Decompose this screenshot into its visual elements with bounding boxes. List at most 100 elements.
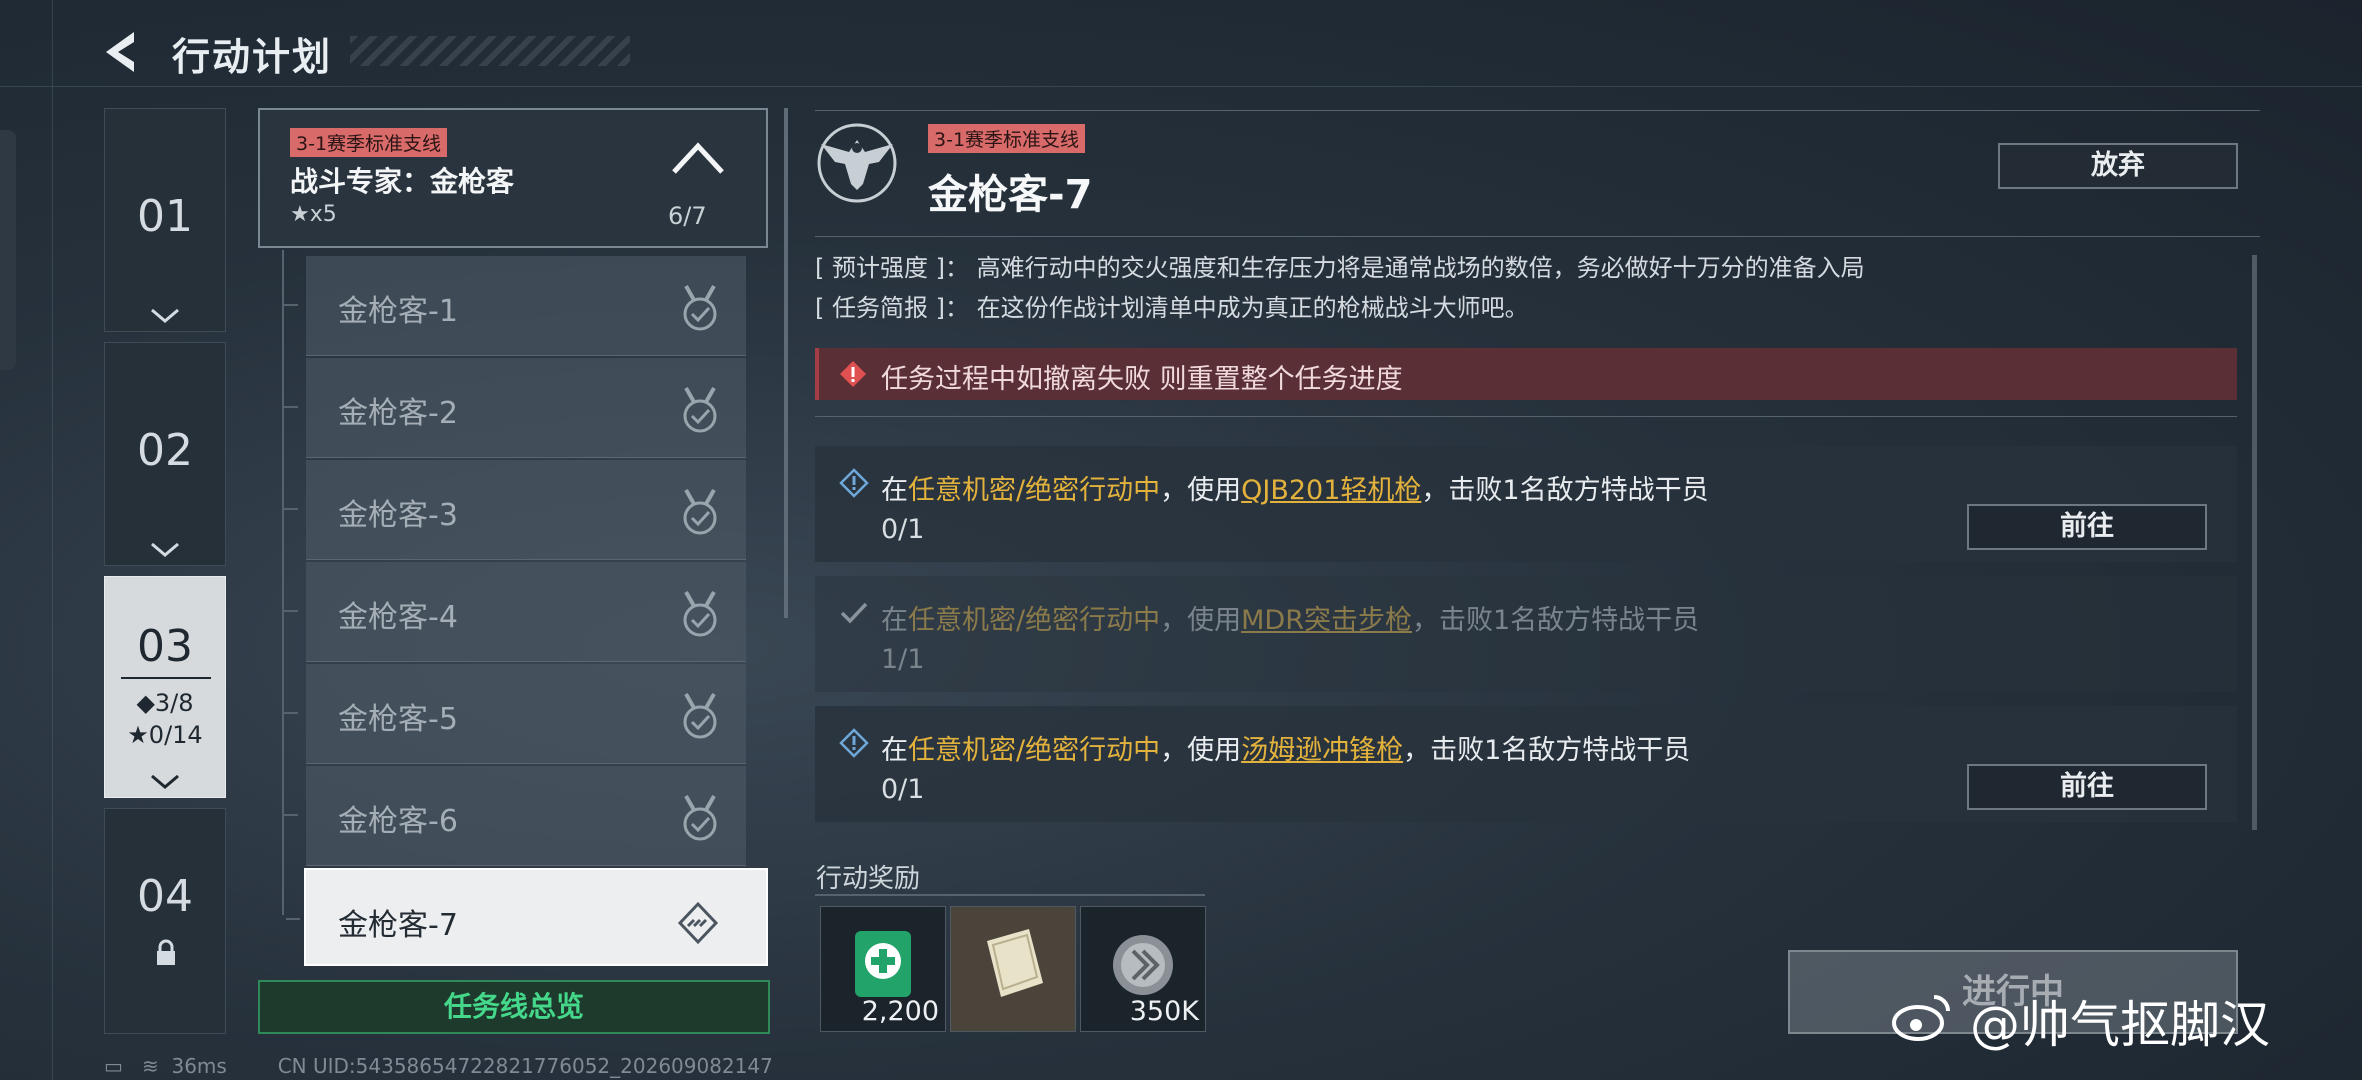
task-description: 在任意机密/绝密行动中，使用汤姆逊冲锋枪，击败1名敌方特战干员 — [881, 735, 1691, 766]
chapter-tab-02[interactable]: 02 — [104, 342, 226, 566]
chapter-number: 04 — [137, 871, 193, 922]
lock-icon — [157, 939, 175, 965]
divider — [815, 236, 2260, 237]
mission-tag: 3-1赛季标准支线 — [928, 124, 1086, 153]
chapter-tab-03[interactable]: 03 ◆3/8 ★0/14 — [104, 576, 226, 798]
weapon-link[interactable]: QJB201轻机枪 — [1241, 475, 1421, 506]
task-item: 在任意机密/绝密行动中，使用QJB201轻机枪，击败1名敌方特战干员 0/1 前… — [815, 446, 2237, 562]
chapter-number: 02 — [137, 425, 193, 476]
questline-overview-button[interactable]: 任务线总览 — [258, 980, 770, 1034]
weapon-link[interactable]: MDR突击步枪 — [1241, 605, 1412, 636]
left-edge-panel — [0, 130, 16, 370]
intensity-text: 高难行动中的交火强度和生存压力将是通常战场的数倍，务必做好十万分的准备入局 — [976, 254, 1865, 282]
goto-button[interactable]: 前往 — [1967, 504, 2207, 550]
questline-scrollbar[interactable] — [784, 108, 788, 618]
chapter-diamond-progress: ◆3/8 — [136, 689, 194, 717]
chevron-down-icon — [151, 774, 179, 789]
reward-item[interactable] — [950, 906, 1076, 1032]
brief-row: [ 任务简报 ]： 在这份作战计划清单中成为真正的枪械战斗大师吧。 — [815, 294, 1529, 322]
info-diamond-icon — [839, 468, 869, 498]
step-label: 金枪客-7 — [338, 908, 458, 943]
step-label: 金枪客-4 — [338, 600, 458, 635]
step-item-selected[interactable]: 金枪客-7 — [286, 868, 768, 966]
questline-progress: 6/7 — [668, 202, 707, 230]
completed-medal-icon — [683, 489, 717, 535]
warning-icon — [840, 361, 866, 387]
step-label: 金枪客-6 — [338, 804, 458, 839]
brief-text: 在这份作战计划清单中成为真正的枪械战斗大师吧。 — [976, 294, 1529, 322]
rewards-label: 行动奖励 — [816, 864, 921, 894]
detail-scrollbar[interactable] — [2252, 255, 2257, 830]
task-mode: 任意机密/绝密行动中 — [908, 735, 1161, 766]
task-count: 1/1 — [881, 644, 925, 675]
chevron-down-icon — [151, 542, 179, 557]
reward-quantity: 350K — [1129, 996, 1199, 1027]
weapon-link[interactable]: 汤姆逊冲锋枪 — [1241, 735, 1403, 766]
step-item[interactable]: 金枪客-2 — [284, 358, 746, 458]
step-item[interactable]: 金枪客-6 — [284, 766, 746, 866]
chapter-tab-01[interactable]: 01 — [104, 108, 226, 332]
task-description: 在任意机密/绝密行动中，使用QJB201轻机枪，击败1名敌方特战干员 — [881, 475, 1709, 506]
task-item-completed: 在任意机密/绝密行动中，使用MDR突击步枪，击败1名敌方特战干员 1/1 — [815, 576, 2237, 692]
completed-medal-icon — [683, 693, 717, 739]
completed-medal-icon — [683, 285, 717, 331]
step-item[interactable]: 金枪客-1 — [284, 256, 746, 356]
chevron-up-icon[interactable] — [670, 140, 726, 176]
page-title: 行动计划 — [172, 35, 333, 79]
task-mode: 任意机密/绝密行动中 — [908, 475, 1161, 506]
task-description: 在任意机密/绝密行动中，使用MDR突击步枪，击败1名敌方特战干员 — [881, 605, 1700, 636]
chapter-divider — [121, 677, 211, 679]
divider — [815, 894, 1205, 896]
weibo-logo-icon — [1892, 995, 1950, 1041]
tree-tick — [284, 610, 298, 612]
completed-medal-icon — [683, 795, 717, 841]
step-label: 金枪客-2 — [338, 396, 458, 431]
uid-text: CN UID:54358654722821776052_202609082147 — [277, 1054, 773, 1078]
chapter-number: 01 — [137, 191, 193, 242]
abandon-button[interactable]: 放弃 — [1998, 143, 2238, 189]
document-icon — [987, 929, 1043, 997]
battery-icon: ▭ — [104, 1054, 123, 1078]
intensity-label: [ 预计强度 ] — [815, 254, 945, 282]
eagle-emblem-icon — [817, 123, 897, 203]
brief-label: [ 任务简报 ] — [815, 294, 945, 322]
ping-text: 36ms — [171, 1054, 227, 1078]
tree-tick — [284, 712, 298, 714]
divider — [815, 110, 2260, 111]
wifi-icon: ≋ — [141, 1054, 159, 1078]
step-label: 金枪客-1 — [338, 294, 458, 329]
step-item[interactable]: 金枪客-4 — [284, 562, 746, 662]
chapter-number: 03 — [137, 621, 193, 672]
tree-tick — [284, 814, 298, 816]
step-item[interactable]: 金枪客-5 — [284, 664, 746, 764]
task-item: 在任意机密/绝密行动中，使用汤姆逊冲锋枪，击败1名敌方特战干员 0/1 前往 — [815, 706, 2237, 822]
watermark-text: @帅气抠脚汉 — [1970, 996, 2270, 1054]
questline-stars: ★x5 — [290, 202, 337, 227]
reward-item[interactable]: 2,200 — [820, 906, 946, 1032]
reward-item[interactable]: 350K — [1080, 906, 1206, 1032]
questline-header[interactable]: 3-1赛季标准支线 战斗专家：金枪客 ★x5 6/7 — [258, 108, 768, 248]
step-label: 金枪客-3 — [338, 498, 458, 533]
step-item[interactable]: 金枪客-3 — [284, 460, 746, 560]
task-count: 0/1 — [881, 774, 925, 805]
info-diamond-icon — [839, 728, 869, 758]
checkmark-icon — [840, 602, 868, 624]
bg-deco-line — [0, 86, 2362, 87]
back-arrow-icon[interactable] — [100, 30, 140, 74]
chevron-down-icon — [151, 308, 179, 323]
in-progress-diamond-icon — [677, 901, 719, 945]
goto-button[interactable]: 前往 — [1967, 764, 2207, 810]
reward-quantity: 2,200 — [861, 996, 939, 1027]
warning-text: 任务过程中如撤离失败 则重置整个任务进度 — [881, 364, 1403, 395]
completed-medal-icon — [683, 591, 717, 637]
tree-tick — [284, 508, 298, 510]
questline-tag: 3-1赛季标准支线 — [290, 128, 448, 157]
status-bar: ▭ ≋ 36ms CN UID:54358654722821776052_202… — [104, 1054, 773, 1078]
chapter-tab-04[interactable]: 04 — [104, 808, 226, 1034]
chapter-star-progress: ★0/14 — [127, 721, 203, 749]
questline-name: 战斗专家：金枪客 — [290, 165, 515, 198]
tree-tick — [284, 304, 298, 306]
tree-tick — [286, 918, 300, 920]
task-mode: 任意机密/绝密行动中 — [908, 605, 1161, 636]
divider — [815, 416, 2237, 417]
